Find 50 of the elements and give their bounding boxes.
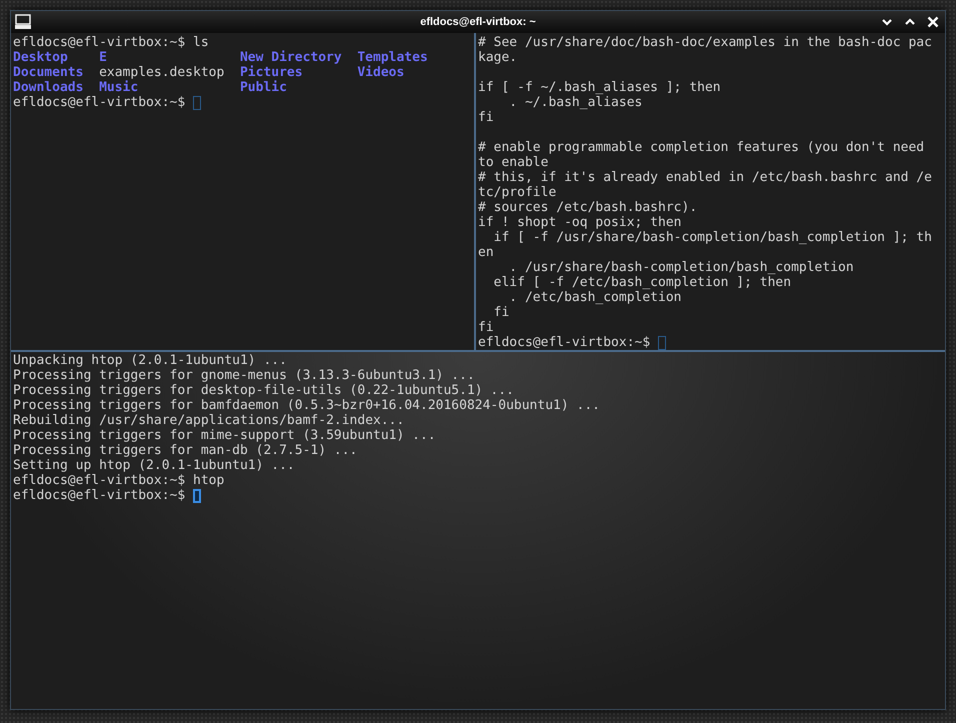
- directory-name: Desktop: [13, 50, 69, 65]
- directory-name: Videos: [357, 65, 406, 80]
- output-line: Processing triggers for man-db (2.7.5-1) ...: [13, 443, 358, 458]
- directory-name: Documents: [13, 65, 84, 80]
- chevron-up-icon[interactable]: [904, 17, 916, 27]
- output-line: en: [478, 245, 494, 260]
- output-line: # enable programmable completion features (you don't need: [478, 140, 924, 155]
- file-name: examples.desktop: [99, 65, 226, 80]
- output-line: Rebuilding /usr/share/applications/bamf-2.index...: [13, 413, 404, 428]
- output-line: fi: [493, 305, 510, 320]
- output-line: . /usr/share/bash-completion/bash_completion: [508, 260, 854, 275]
- output-line: kage.: [478, 50, 518, 65]
- output-line: Processing triggers for gnome-menus (3.13.3-6ubuntu3.1) ...: [13, 368, 475, 383]
- terminal-pane[interactable]: [11, 352, 945, 709]
- directory-name: Templates: [357, 50, 429, 65]
- prompt-line: efldocs@efl-virtbox:~$: [13, 488, 186, 503]
- output-line: Processing triggers for mime-support (3.59ubuntu1) ...: [13, 428, 436, 443]
- output-line: # sources /etc/bash.bashrc).: [478, 200, 698, 215]
- window-title: efldocs@efl-virtbox: ~: [420, 14, 536, 30]
- directory-name: Downloads: [13, 80, 84, 95]
- directory-name: Pictures: [240, 65, 304, 80]
- terminal-pane[interactable]: efldocs@efl-virtbox:~$ ls Desktop Documents Downloads E examples.desktop Music New Directory Pictures Public Templates Videos efldocs@efl-virtbox:~$: [11, 33, 476, 350]
- output-line: fi: [478, 320, 494, 335]
- computer-icon: [14, 14, 32, 30]
- output-line: . ~/.bash_aliases: [508, 95, 642, 110]
- prompt-line: efldocs@efl-virtbox:~$: [478, 335, 650, 350]
- directory-name: New Directory: [240, 50, 343, 65]
- output-line: Unpacking htop (2.0.1-1ubuntu1) ...: [13, 353, 287, 368]
- prompt-line: efldocs@efl-virtbox:~$ ls: [13, 35, 209, 50]
- output-line: Processing triggers for bamfdaemon (0.5.3~bzr0+16.04.20160824-0ubuntu1) ...: [13, 398, 600, 413]
- chevron-down-icon[interactable]: [881, 17, 893, 27]
- output-line: if [ -f ~/.bash_aliases ]; then: [478, 80, 721, 95]
- output-line: to enable: [478, 155, 548, 170]
- output-line: tc/profile: [478, 185, 556, 200]
- output-line: # this, if it's already enabled in /etc/bash.bashrc and /e: [478, 170, 932, 185]
- output-line: fi: [478, 110, 494, 125]
- directory-name: Public: [240, 80, 288, 95]
- directory-name: E: [99, 50, 108, 65]
- output-line: . /etc/bash_completion: [508, 290, 682, 305]
- terminal-pane[interactable]: [476, 33, 945, 350]
- output-line: elif [ -f /etc/bash_completion ]; then: [492, 275, 792, 290]
- output-line: # See /usr/share/doc/bash-doc/examples in the bash-doc pac: [478, 35, 932, 50]
- output-line: if ! shopt -oq posix; then: [478, 215, 682, 230]
- output-line: Setting up htop (2.0.1-1ubuntu1) ...: [13, 458, 295, 473]
- prompt-line: efldocs@efl-virtbox:~$ htop: [13, 473, 224, 488]
- output-line: Processing triggers for desktop-file-utils (0.22-1ubuntu5.1) ...: [13, 383, 514, 398]
- prompt-line: efldocs@efl-virtbox:~$: [13, 95, 186, 110]
- directory-name: Music: [99, 80, 140, 95]
- close-icon[interactable]: [927, 16, 939, 28]
- output-line: if [ -f /usr/share/bash-completion/bash_completion ]; th: [492, 230, 932, 245]
